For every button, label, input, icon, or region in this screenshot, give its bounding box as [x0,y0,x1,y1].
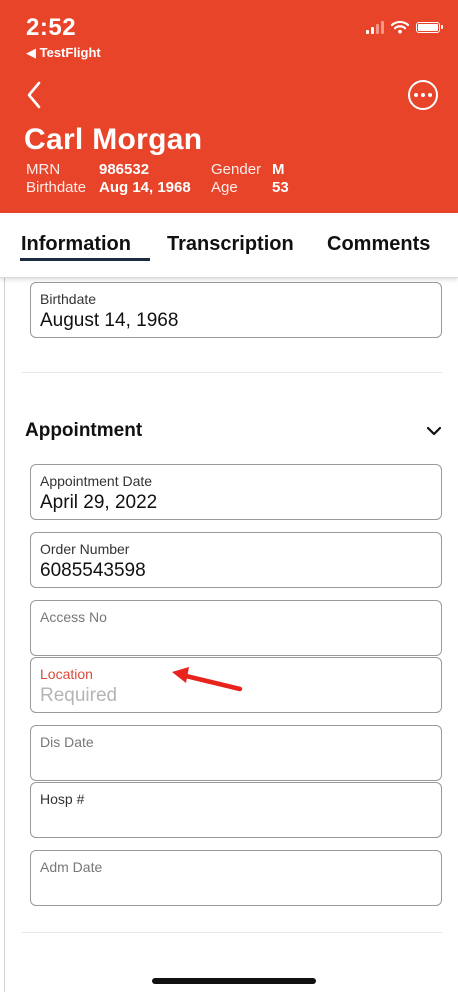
field-label: Birthdate [40,291,97,307]
more-horizontal-circle-icon [414,93,418,97]
adm-date-field[interactable]: Adm Date [30,850,442,906]
field-label: Access No [40,609,107,625]
field-value: April 29, 2022 [40,492,158,513]
status-time: 2:52 [26,14,77,41]
field-label: Appointment Date [40,473,153,489]
status-bar: 2:52 ◀ TestFlight [0,0,458,62]
age-value: 53 [272,179,289,196]
tab-information[interactable]: Information [21,233,131,256]
divider [22,372,442,373]
content-border [4,278,5,992]
age-label: Age [211,179,238,196]
chevron-left-icon [27,81,41,109]
field-label: Location [40,666,93,682]
hosp-number-field[interactable]: Hosp # [30,782,442,838]
field-label: Order Number [40,541,130,557]
signal-icon [366,20,384,34]
more-options-button[interactable] [408,80,438,110]
tab-transcription[interactable]: Transcription [167,233,294,256]
tab-comments[interactable]: Comments [327,233,430,256]
patient-header: 2:52 ◀ TestFlight Carl Morgan MRN 986532… [0,0,458,213]
chevron-down-icon [426,426,442,436]
field-label: Dis Date [40,734,94,750]
status-icons [366,20,443,34]
appointment-date-field[interactable]: Appointment Date April 29, 2022 [30,464,442,520]
gender-value: M [272,161,285,178]
access-no-field[interactable]: Access No [30,600,442,656]
battery-icon [416,21,443,33]
mrn-label: MRN [26,161,61,178]
birthdate-field[interactable]: Birthdate August 14, 1968 [30,282,442,338]
annotation-arrow [170,664,244,694]
field-label: Adm Date [40,859,103,875]
gender-label: Gender [211,161,262,178]
tab-bar: Information Transcription Comments [0,213,458,278]
section-toggle[interactable] [426,424,442,436]
home-indicator[interactable] [152,978,316,984]
dis-date-field[interactable]: Dis Date [30,725,442,781]
birthdate-label: Birthdate [26,179,87,196]
appointment-section-title[interactable]: Appointment [25,420,142,442]
field-label: Hosp # [40,791,85,807]
active-tab-indicator [20,258,150,261]
field-placeholder: Required [40,685,118,706]
mrn-value: 986532 [99,161,150,178]
birthdate-value: Aug 14, 1968 [99,179,191,196]
field-value: 6085543598 [40,560,146,581]
order-number-field[interactable]: Order Number 6085543598 [30,532,442,588]
wifi-icon [391,20,409,34]
back-button[interactable] [22,78,48,112]
arrow-left-icon [172,667,243,692]
divider [22,932,442,933]
field-value: August 14, 1968 [40,310,179,331]
patient-name: Carl Morgan [24,123,203,156]
back-to-testflight-link[interactable]: ◀ TestFlight [26,45,101,61]
